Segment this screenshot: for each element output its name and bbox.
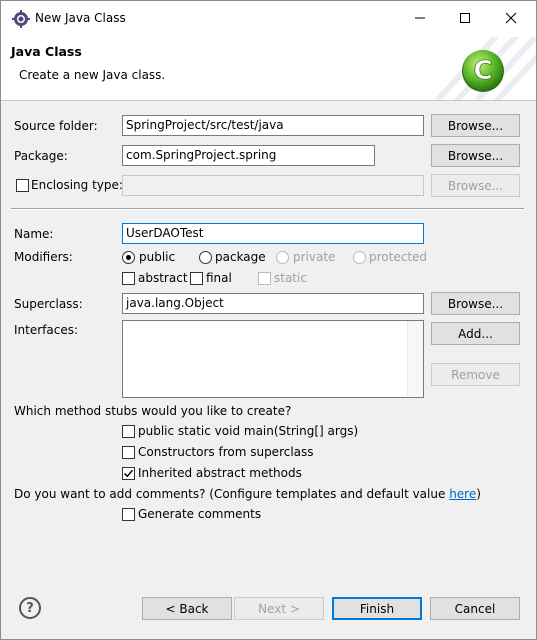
constructors-label: Constructors from superclass xyxy=(138,445,314,459)
maximize-button[interactable] xyxy=(442,1,488,35)
add-interface-button[interactable]: Add... xyxy=(431,322,520,345)
superclass-label: Superclass: xyxy=(14,297,83,311)
abstract-label: abstract xyxy=(138,271,188,285)
help-symbol: ? xyxy=(26,600,34,616)
maximize-icon xyxy=(460,13,470,23)
interfaces-list[interactable] xyxy=(122,320,424,398)
interfaces-list-scrollbar[interactable] xyxy=(407,321,423,397)
inherited-abstract-label: Inherited abstract methods xyxy=(138,466,302,480)
interfaces-label: Interfaces: xyxy=(14,323,79,337)
main-method-checkbox[interactable] xyxy=(122,425,135,438)
static-label: static xyxy=(274,271,307,285)
public-radio[interactable] xyxy=(122,251,135,264)
method-stubs-question: Which method stubs would you like to cre… xyxy=(14,404,292,418)
finish-button[interactable]: Finish xyxy=(332,597,422,620)
generate-comments-label: Generate comments xyxy=(138,507,262,521)
generate-comments-checkbox[interactable] xyxy=(122,508,135,521)
checkmark-icon xyxy=(123,469,134,478)
new-java-class-dialog: New Java Class Java Class Create a new J… xyxy=(0,0,537,640)
minimize-icon xyxy=(415,17,425,19)
protected-radio xyxy=(353,251,366,264)
private-label: private xyxy=(293,250,336,264)
enclosing-type-checkbox[interactable] xyxy=(16,179,29,192)
close-button[interactable] xyxy=(488,1,534,35)
java-class-c-logo-icon: C xyxy=(462,50,504,92)
next-button: Next > xyxy=(234,597,324,620)
static-checkbox xyxy=(258,272,271,285)
enclosing-type-field xyxy=(122,175,424,196)
private-radio xyxy=(276,251,289,264)
remove-interface-button: Remove xyxy=(431,363,520,386)
comments-question-text: Do you want to add comments? (Configure … xyxy=(14,487,450,501)
back-button[interactable]: < Back xyxy=(142,597,232,620)
svg-text:C: C xyxy=(473,56,492,86)
wizard-banner: Java Class Create a new Java class. C xyxy=(1,37,536,101)
enclosing-type-label: Enclosing type: xyxy=(31,178,123,192)
package-radio[interactable] xyxy=(199,251,212,264)
close-icon xyxy=(505,12,517,24)
modifiers-label: Modifiers: xyxy=(14,250,73,264)
separator xyxy=(11,208,524,210)
package-radio-label: package xyxy=(215,250,266,264)
inherited-abstract-checkbox[interactable] xyxy=(122,467,135,480)
abstract-checkbox[interactable] xyxy=(122,272,135,285)
title-bar: New Java Class xyxy=(1,1,536,37)
package-browse-button[interactable]: Browse... xyxy=(431,144,520,167)
protected-label: protected xyxy=(369,250,428,264)
constructors-checkbox[interactable] xyxy=(122,446,135,459)
package-label: Package: xyxy=(14,149,68,163)
minimize-button[interactable] xyxy=(397,1,443,35)
class-name-field[interactable]: UserDAOTest xyxy=(122,223,424,244)
comments-question-suffix: ) xyxy=(476,487,481,501)
source-folder-browse-button[interactable]: Browse... xyxy=(431,114,520,137)
enclosing-type-browse-button: Browse... xyxy=(431,174,520,197)
window-title: New Java Class xyxy=(35,11,126,25)
help-icon[interactable]: ? xyxy=(19,597,41,619)
name-label: Name: xyxy=(14,227,54,241)
comments-question: Do you want to add comments? (Configure … xyxy=(14,487,481,501)
superclass-field[interactable]: java.lang.Object xyxy=(122,293,424,314)
configure-templates-link[interactable]: here xyxy=(449,487,476,501)
superclass-browse-button[interactable]: Browse... xyxy=(431,292,520,315)
source-folder-label: Source folder: xyxy=(14,119,98,133)
banner-title: Java Class xyxy=(11,44,82,59)
package-field[interactable]: com.SpringProject.spring xyxy=(122,145,375,166)
banner-message: Create a new Java class. xyxy=(19,68,166,82)
public-label: public xyxy=(139,250,176,264)
final-label: final xyxy=(206,271,232,285)
main-method-label: public static void main(String[] args) xyxy=(138,424,359,438)
source-folder-field[interactable]: SpringProject/src/test/java xyxy=(122,115,424,136)
final-checkbox[interactable] xyxy=(190,272,203,285)
cancel-button[interactable]: Cancel xyxy=(430,597,520,620)
eclipse-gear-icon xyxy=(12,10,30,28)
